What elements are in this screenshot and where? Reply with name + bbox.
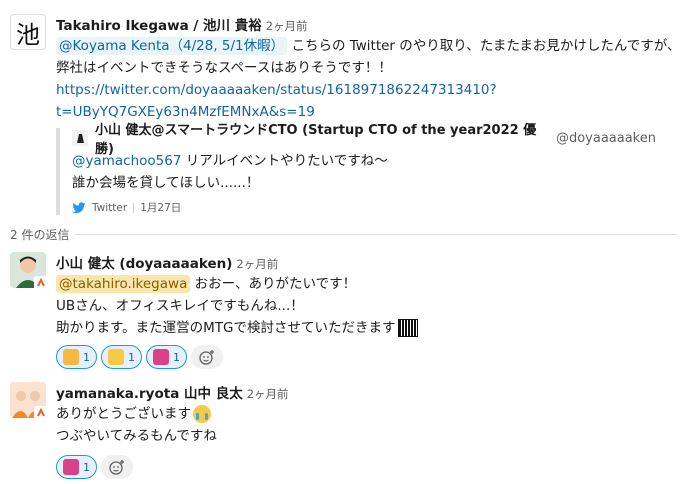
reaction-pink[interactable]: 1 — [56, 455, 97, 479]
pink-icon — [153, 349, 169, 365]
replies-divider: 2 件の返信 — [10, 226, 676, 243]
unfurl-text-2: 誰か会場を貸してほしい......！ — [72, 175, 260, 191]
reply-line-2: つぶやいてみるもんですね — [56, 428, 217, 444]
author-name[interactable]: yamanaka.ryota 山中 良太 — [56, 382, 243, 402]
pink-icon — [63, 459, 79, 475]
twitter-icon — [72, 201, 86, 213]
reply-text-3: 助かります。また運営のMTGで検討させていただきます — [56, 320, 396, 336]
unfurl-header: 小山 健太@スマートラウンドCTO (Startup CTO of the ye… — [72, 123, 656, 157]
reaction-thumbs-up[interactable]: 1 — [101, 345, 142, 369]
avatar-koyama[interactable] — [10, 252, 46, 288]
thumbs-up-icon — [108, 349, 124, 365]
status-badge-icon — [34, 406, 46, 418]
timestamp[interactable]: 2ヶ月前 — [266, 18, 308, 34]
add-reaction-button[interactable] — [191, 345, 223, 369]
custom-emoji-icon — [397, 319, 418, 337]
avatar-takahiro[interactable]: 池 — [10, 14, 46, 50]
add-reaction-icon — [109, 460, 124, 475]
reply-line-1: @takahiro.ikegawa おおー、ありがたいです！ — [56, 273, 676, 295]
mention-takahiro[interactable]: @takahiro.ikegawa — [56, 275, 191, 293]
unfurl-body: @yamachoo567 リアルイベントやりたいですね〜 誰か会場を貸してほしい… — [72, 150, 656, 194]
unfurl-avatar-icon — [72, 130, 88, 146]
add-reaction-button[interactable] — [101, 455, 133, 479]
reply-line-1: ありがとうございます — [56, 403, 676, 425]
unfurl-date[interactable]: 1月27日 — [140, 200, 181, 215]
reply-content: yamanaka.ryota 山中 良太 2ヶ月前 ありがとうございます つぶや… — [56, 382, 676, 479]
message-line-1: @Koyama Kenta（4/28, 5/1休暇） こちらの Twitter … — [56, 35, 680, 57]
unfurl-text-1: リアルイベントやりたいですね〜 — [181, 153, 388, 169]
reaction-count: 1 — [83, 460, 90, 474]
message-content: Takahiro Ikegawa / 池川 貴裕 2ヶ月前 @Koyama Ke… — [56, 14, 680, 123]
author-name[interactable]: 小山 健太 (doyaaaaaken) — [56, 252, 232, 272]
footer-separator — [133, 202, 135, 213]
replies-count: 2 件の返信 — [10, 228, 70, 242]
unfurl-mention[interactable]: @yamachoo567 — [72, 153, 181, 169]
reaction-pink[interactable]: 1 — [146, 345, 187, 369]
reply-yamanaka: yamanaka.ryota 山中 良太 2ヶ月前 ありがとうございます つぶや… — [10, 382, 686, 482]
reply-line-2: UBさん、オフィスキレイですもんね...！ — [56, 298, 304, 314]
crying-face-icon — [193, 405, 211, 423]
reaction-face[interactable]: 1 — [56, 345, 97, 369]
status-badge-icon — [34, 276, 46, 288]
author-name[interactable]: Takahiro Ikegawa / 池川 貴裕 — [56, 14, 262, 34]
mention-koyama[interactable]: @Koyama Kenta（4/28, 5/1休暇） — [56, 37, 288, 55]
reply-line-3: 助かります。また運営のMTGで検討させていただきます — [56, 317, 676, 339]
message-text: こちらの Twitter のやり取り、たまたまお見かけしたんですが、 — [287, 38, 681, 54]
reactions: 1 — [56, 455, 676, 479]
avatar-yamanaka[interactable] — [10, 382, 46, 418]
reply-content: 小山 健太 (doyaaaaaken) 2ヶ月前 @takahiro.ikega… — [56, 252, 676, 369]
unfurl-handle: @doyaaaaaken — [555, 130, 656, 146]
add-reaction-icon — [199, 350, 214, 365]
reaction-count: 1 — [173, 350, 180, 364]
unfurl-source: Twitter — [92, 201, 128, 214]
reaction-count: 1 — [128, 350, 135, 364]
tweet-link-1[interactable]: https://twitter.com/doyaaaaaken/status/1… — [56, 79, 676, 101]
tweet-unfurl: 小山 健太@スマートラウンドCTO (Startup CTO of the ye… — [56, 123, 656, 215]
unfurl-footer: Twitter 1月27日 — [72, 200, 656, 215]
reply-text-1: ありがとうございます — [56, 406, 191, 422]
avatar-char: 池 — [16, 20, 40, 49]
reply-koyama: 小山 健太 (doyaaaaaken) 2ヶ月前 @takahiro.ikega… — [10, 252, 686, 369]
message-line-2: 弊社はイベントできそうなスペースはありそうです！！ — [56, 60, 392, 76]
reactions: 1 1 1 — [56, 345, 676, 369]
divider-line — [75, 234, 676, 235]
timestamp[interactable]: 2ヶ月前 — [236, 256, 278, 272]
reaction-count: 1 — [83, 350, 90, 364]
face-icon — [63, 349, 79, 365]
reply-text: おおー、ありがたいです！ — [190, 276, 357, 292]
timestamp[interactable]: 2ヶ月前 — [247, 386, 289, 402]
